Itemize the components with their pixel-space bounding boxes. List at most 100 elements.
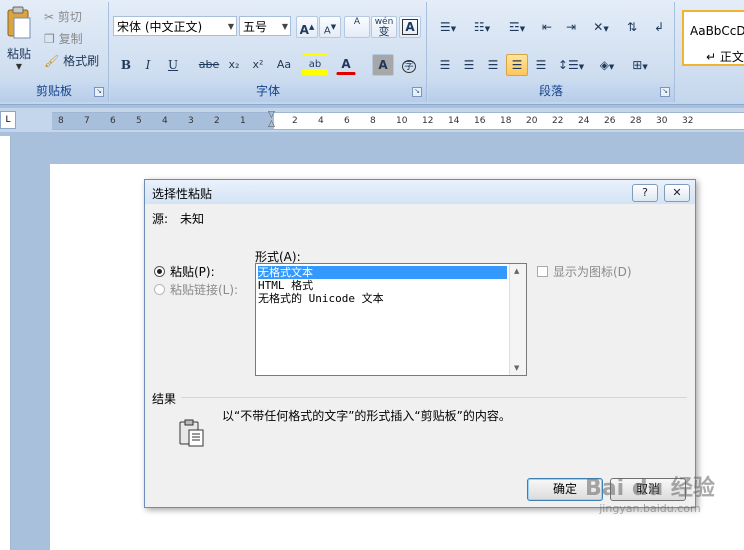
line-spacing-button[interactable]: ↕☰▼ [556,54,586,76]
enclose-char-button[interactable]: 字 [398,54,420,76]
font-size-select[interactable]: 五号 ▼ [239,16,291,36]
format-painter-button[interactable]: 🖌 格式刷 [44,52,99,70]
ruler-tick: 8 [370,116,376,126]
paragraph-group-title: 段落 [538,84,563,98]
ruler-tick: 14 [448,116,460,126]
paste-link-radio[interactable] [154,284,165,295]
ruler-left-ticks: 8 7 6 5 4 3 2 1 [58,113,266,129]
source-label: 源: [152,212,169,226]
vertical-ruler[interactable] [0,136,11,550]
bullets-button[interactable]: ☰▼ [434,16,462,38]
scroll-down-icon[interactable]: ▼ [514,364,519,372]
phonetic-guide-button[interactable]: wén 变 [371,16,397,38]
char-border-button[interactable]: A [399,16,421,38]
font-name-select[interactable]: 宋体 (中文正文) ▼ [113,16,237,36]
subscript-button[interactable]: x₂ [222,54,246,76]
horizontal-ruler[interactable]: L 87654321 ▽ △ 2 4 6 8 10 12 14 16 18 20 22 24 26 28 30… [0,108,744,132]
paste-icon [7,6,31,39]
font-color-button[interactable]: A [336,54,356,75]
highlight-button[interactable]: ab [302,54,328,76]
clear-format-icon: A [353,17,361,27]
scroll-up-icon[interactable]: ▲ [514,267,519,275]
numbering-button[interactable]: ☷▼ [468,16,496,38]
ribbon: 粘贴 ▼ ✂ 剪切 ❐ 复制 🖌 格式刷 剪贴板 ↘ 宋体 (中文正文) ▼ 五… [0,0,744,105]
paste-button[interactable]: 粘贴 ▼ [4,6,34,72]
font-group: 宋体 (中文正文) ▼ 五号 ▼ A▲ A▼ A wén 变 A B I U ab… [110,2,427,102]
copy-button[interactable]: ❐ 复制 [44,30,83,48]
chinese-layout-icon: ✕ [593,20,604,34]
strikethrough-button[interactable]: abe [196,54,222,76]
justify-button[interactable]: ☰ [506,54,528,76]
bullets-icon: ☰ [439,20,451,34]
align-center-icon: ☰ [463,58,475,72]
ruler-tick: 2 [214,116,220,126]
align-right-button[interactable]: ☰ [482,54,504,76]
align-left-button[interactable]: ☰ [434,54,456,76]
clipboard-icon [177,418,207,451]
sort-button[interactable]: ⇅ [620,16,644,38]
shading-button[interactable]: ◈▼ [592,54,622,76]
style-normal[interactable]: AaBbCcDc ↵ 正文 [682,10,744,66]
paste-dropdown-icon[interactable]: ▼ [4,62,34,71]
font-launcher-icon[interactable]: ↘ [412,87,422,97]
align-center-button[interactable]: ☰ [458,54,480,76]
multilevel-list-button[interactable]: ☲▼ [502,16,532,38]
show-marks-button[interactable]: ↲ [648,16,670,38]
underline-button[interactable]: U [161,54,185,76]
ruler-tick: 32 [682,116,694,126]
watermark-url: jingyan.baidu.com [599,502,701,515]
numbering-icon: ☷ [473,20,485,34]
ruler-tick: 4 [318,116,324,126]
grow-font-button[interactable]: A▲ [296,16,318,38]
list-item[interactable]: 无格式的 Unicode 文本 [258,292,384,305]
ruler-tick: 6 [344,116,350,126]
clipboard-group-title: 剪贴板 [35,84,72,98]
result-description: 以“不带任何格式的文字”的形式插入“剪贴板”的内容。 [222,409,511,423]
ruler-tick: 2 [292,116,298,126]
italic-button[interactable]: I [138,54,158,76]
tab-selector-icon[interactable]: L [0,111,16,129]
chevron-down-icon: ▼ [281,22,288,31]
char-shading-button[interactable]: A [372,54,394,76]
listbox-scrollbar[interactable]: ▲ ▼ [509,264,526,375]
watermark-logo: Bai du 经验 [585,476,715,501]
list-item[interactable]: 无格式文本 [258,266,507,279]
enclose-char-icon: 字 [402,60,416,73]
borders-button[interactable]: ⊞▼ [624,54,656,76]
format-painter-icon: 🖌 [44,54,60,68]
clipboard-launcher-icon[interactable]: ↘ [94,87,104,97]
char-border-icon: A [402,19,418,35]
font-size-value: 五号 [243,20,268,34]
paste-radio[interactable] [154,266,165,277]
decrease-indent-button[interactable]: ⇤ [536,16,558,38]
font-name-value: 宋体 (中文正文) [117,20,203,34]
watermark: Bai du 经验 jingyan.baidu.com [560,470,740,540]
help-button[interactable]: ? [632,184,658,202]
increase-indent-button[interactable]: ⇥ [560,16,582,38]
dialog-titlebar[interactable]: 选择性粘贴 ? ✕ [145,180,695,204]
shrink-font-button[interactable]: A▼ [319,16,341,38]
scissors-icon: ✂ [44,10,55,24]
indent-marker-icon[interactable]: ▽ △ [268,111,278,131]
list-item[interactable]: HTML 格式 [258,279,313,292]
style-preview-text: AaBbCcDc [690,24,744,38]
close-button[interactable]: ✕ [664,184,690,202]
paragraph-launcher-icon[interactable]: ↘ [660,87,670,97]
clear-format-button[interactable]: A [344,16,370,38]
cut-button[interactable]: ✂ 剪切 [44,8,82,26]
paste-radio-label: 粘贴(P): [170,265,215,279]
ruler-tick: 8 [58,116,64,126]
ruler-tick: 16 [474,116,486,126]
change-case-button[interactable]: Aa [270,54,298,76]
ruler-tick: 18 [500,116,512,126]
ruler-tick: 1 [240,116,246,126]
distributed-button[interactable]: ☰ [530,54,552,76]
paragraph-group: ☰▼ ☷▼ ☲▼ ⇤ ⇥ ✕▼ ⇅ ↲ ☰ ☰ ☰ ☰ ☰ ↕☰▼ ◈▼ ⊞▼ … [428,2,675,102]
bold-button[interactable]: B [116,54,136,76]
ruler-tick: 4 [162,116,168,126]
display-as-icon-checkbox[interactable] [537,266,548,277]
format-listbox[interactable]: 无格式文本 HTML 格式 无格式的 Unicode 文本 ▲ ▼ [255,263,527,376]
superscript-button[interactable]: x² [246,54,270,76]
ruler-right-ticks: 2 4 6 8 10 12 14 16 18 20 22 24 26 28 30 32 [292,113,708,129]
chinese-layout-button[interactable]: ✕▼ [586,16,616,38]
